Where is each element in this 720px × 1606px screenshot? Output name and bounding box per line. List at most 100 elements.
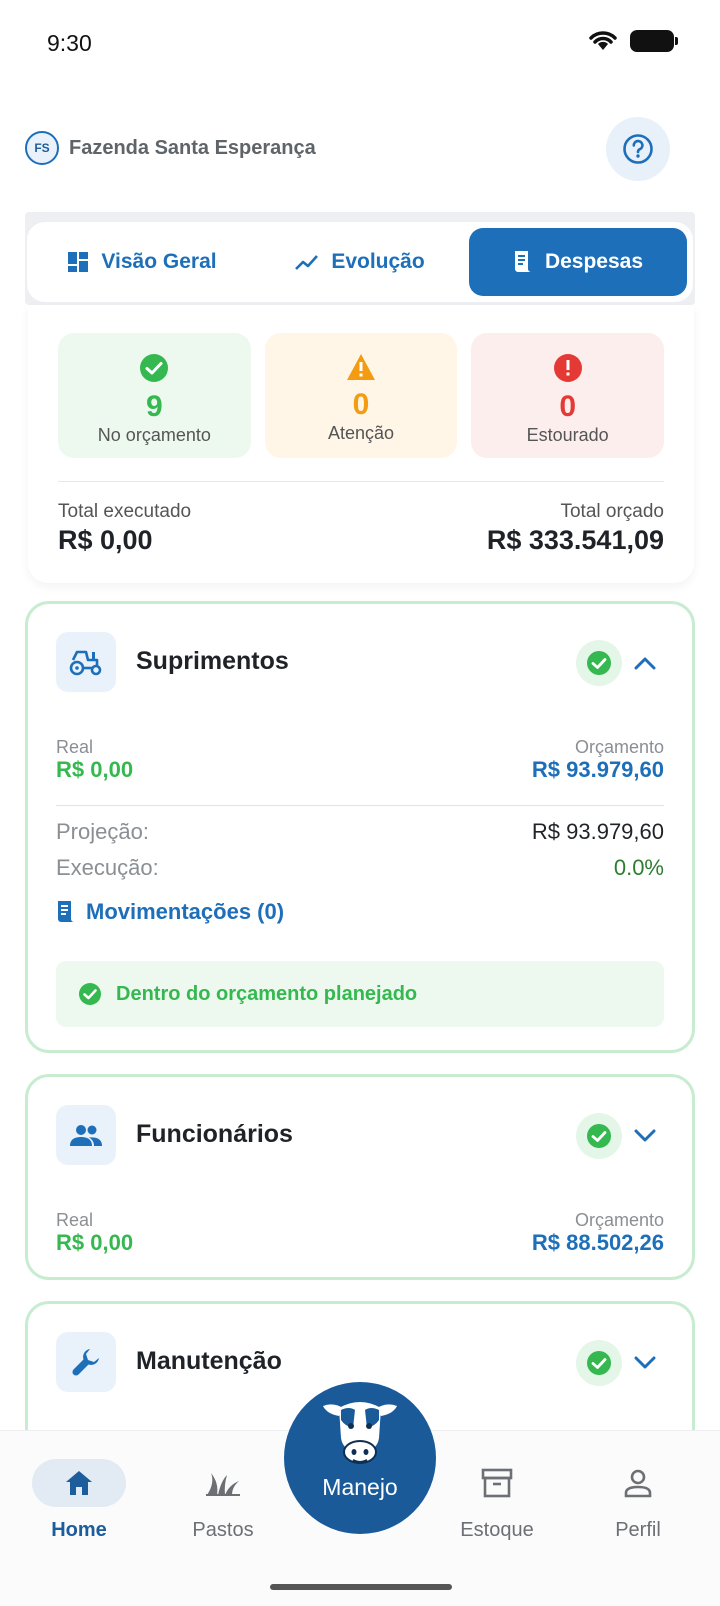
tab-overview[interactable]: Visão Geral	[33, 228, 251, 296]
total-budget-label: Total orçado	[560, 501, 664, 522]
real-amount: Real R$ 0,00	[56, 737, 133, 783]
attention-label: Atenção	[327, 423, 395, 443]
category-card-employees[interactable]: Funcionários Real R$ 0,00 Orçamento R$ 8…	[25, 1074, 695, 1280]
projection-value: R$ 93.979,60	[531, 819, 664, 844]
budget-amount: Orçamento R$ 88.502,26	[532, 1210, 664, 1256]
on-budget-count: 9	[145, 390, 163, 423]
total-budget: Total orçado R$ 333.541,09	[487, 501, 664, 556]
real-label: Real	[56, 1210, 94, 1230]
check-circle-icon	[587, 1124, 611, 1148]
total-executed-value: R$ 0,00	[58, 525, 153, 555]
budget-label: Orçamento	[574, 737, 664, 757]
wifi-icon	[589, 31, 617, 50]
receipt-icon	[514, 251, 531, 272]
people-icon	[70, 1125, 102, 1146]
app-header: FS Fazenda Santa Esperança	[0, 116, 720, 186]
expand-button[interactable]	[630, 1121, 660, 1151]
execution-value: 0.0%	[613, 855, 664, 880]
category-status-badge	[576, 1113, 622, 1159]
total-budget-value: R$ 333.541,09	[486, 525, 664, 555]
manejo-fab-button[interactable]: Manejo	[284, 1382, 436, 1534]
wrench-icon	[72, 1349, 99, 1376]
budget-value: R$ 93.979,60	[531, 757, 664, 782]
tab-expenses-label: Despesas	[544, 250, 644, 273]
check-circle-icon	[587, 651, 611, 675]
help-button[interactable]	[606, 117, 670, 181]
check-circle-icon	[140, 354, 169, 382]
status-summary: 9 No orçamento 0 Atenção 0 Estourado	[58, 333, 665, 458]
projection-label: Projeção:	[56, 819, 149, 844]
grass-icon	[206, 1473, 240, 1496]
nav-pastures[interactable]: Pastos	[168, 1459, 278, 1542]
on-budget-label: No orçamento	[97, 425, 211, 445]
trending-up-icon	[295, 255, 319, 270]
nav-home[interactable]: Home	[24, 1459, 134, 1542]
exceeded-label: Estourado	[526, 425, 609, 445]
chevron-down-icon	[634, 1356, 656, 1369]
receipt-icon	[58, 901, 74, 922]
expand-button[interactable]	[630, 1348, 660, 1378]
nav-profile[interactable]: Perfil	[583, 1459, 693, 1542]
movements-link[interactable]: Movimentações (0)	[56, 899, 284, 925]
error-icon	[553, 354, 582, 382]
nav-home-indicator	[32, 1459, 126, 1507]
check-circle-icon	[587, 1351, 611, 1375]
farm-avatar[interactable]: FS	[25, 131, 59, 165]
real-value: R$ 0,00	[56, 757, 134, 782]
status-box-exceeded[interactable]: 0 Estourado	[471, 333, 665, 458]
total-executed: Total executado R$ 0,00	[58, 501, 191, 556]
status-box-attention[interactable]: 0 Atenção	[264, 333, 458, 458]
status-icons	[588, 30, 678, 52]
chevron-down-icon	[634, 1129, 656, 1142]
help-icon	[623, 134, 653, 164]
real-value: R$ 0,00	[56, 1230, 134, 1255]
check-circle-icon	[79, 983, 101, 1005]
home-indicator-bar	[270, 1584, 452, 1590]
budget-amount: Orçamento R$ 93.979,60	[532, 737, 664, 783]
status-bar: 9:30	[0, 0, 720, 86]
nav-stock-indicator	[450, 1459, 544, 1507]
archive-box-icon	[481, 1468, 513, 1498]
nav-pastures-indicator	[176, 1459, 270, 1507]
tabs-container: Visão Geral Evolução Despesas	[25, 212, 695, 305]
category-icon-box	[56, 1332, 116, 1392]
tab-expenses[interactable]: Despesas	[469, 228, 687, 296]
real-label: Real	[56, 737, 94, 757]
fab-label: Manejo	[322, 1474, 398, 1500]
category-status-badge	[576, 640, 622, 686]
divider	[58, 481, 664, 482]
total-executed-label: Total executado	[58, 501, 192, 522]
home-icon	[66, 1471, 92, 1495]
farm-name[interactable]: Fazenda Santa Esperança	[69, 137, 316, 160]
person-icon	[624, 1469, 652, 1498]
tab-overview-label: Visão Geral	[101, 250, 217, 273]
tab-evolution[interactable]: Evolução	[251, 228, 469, 296]
category-title: Manutenção	[136, 1347, 282, 1375]
category-title: Funcionários	[136, 1120, 293, 1148]
category-title: Suprimentos	[136, 647, 289, 675]
battery-icon	[630, 30, 678, 52]
nav-profile-label: Perfil	[615, 1519, 661, 1541]
budget-status-message: Dentro do orçamento planejado	[116, 982, 418, 1005]
tractor-icon	[69, 650, 102, 676]
budget-label: Orçamento	[574, 1210, 664, 1230]
nav-stock[interactable]: Estoque	[442, 1459, 552, 1542]
status-time: 9:30	[47, 30, 92, 56]
collapse-button[interactable]	[630, 648, 660, 678]
nav-pastures-label: Pastos	[192, 1519, 254, 1541]
tab-bar: Visão Geral Evolução Despesas	[27, 222, 693, 302]
budget-value: R$ 88.502,26	[531, 1230, 664, 1255]
divider	[56, 805, 664, 806]
execution-row: Execução: 0.0%	[56, 855, 664, 881]
status-box-on-budget[interactable]: 9 No orçamento	[58, 333, 251, 458]
warning-icon	[347, 354, 375, 380]
chevron-up-icon	[634, 657, 656, 670]
tab-evolution-label: Evolução	[331, 250, 425, 273]
category-icon-box	[56, 632, 116, 692]
cow-icon	[323, 1402, 397, 1464]
category-status-badge	[576, 1340, 622, 1386]
budget-status-banner: Dentro do orçamento planejado	[56, 961, 664, 1027]
execution-label: Execução:	[56, 855, 159, 880]
category-card-supplies[interactable]: Suprimentos Real R$ 0,00 Orçamento R$ 93…	[25, 601, 695, 1053]
nav-stock-label: Estoque	[460, 1519, 534, 1541]
